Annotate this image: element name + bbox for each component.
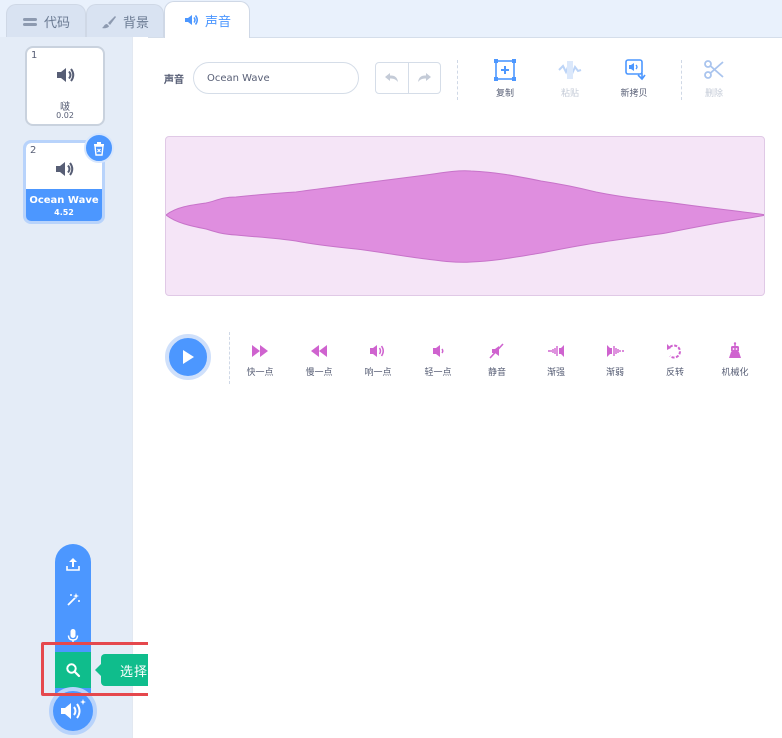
volume-up-icon — [370, 345, 384, 357]
copy-label: 复制 — [495, 89, 514, 99]
effect-label: 静音 — [487, 368, 506, 378]
speaker-add-icon — [61, 699, 86, 719]
effect-label: 渐强 — [546, 368, 565, 378]
delete-sound-button[interactable] — [84, 133, 114, 163]
effect-label: 反转 — [665, 368, 684, 378]
reverse-icon — [667, 344, 681, 359]
sound-name-input[interactable]: Ocean Wave — [193, 62, 359, 94]
sound-item-1[interactable]: 1 啵 0.02 — [25, 46, 105, 126]
effects-divider — [229, 332, 230, 384]
sound-editor: 声音 Ocean Wave 复制 粘贴 新拷贝 删除 快一点 慢一点 响一点 轻… — [148, 37, 782, 738]
effect-louder[interactable]: 响一点 — [353, 342, 403, 378]
tab-sounds-label: 声音 — [204, 14, 231, 30]
paste-label: 粘贴 — [560, 89, 579, 99]
speaker-icon — [56, 162, 74, 176]
fast-forward-icon — [252, 345, 268, 357]
toolbar-divider — [457, 60, 458, 100]
add-sound-menu — [55, 544, 91, 694]
redo-button[interactable] — [409, 63, 441, 93]
upload-sound-button[interactable] — [55, 546, 91, 582]
speaker-icon — [57, 68, 75, 82]
sound-list-scrollbar[interactable] — [132, 37, 148, 738]
copy-to-new-icon — [625, 59, 646, 81]
effect-label: 快一点 — [246, 368, 274, 378]
code-icon — [22, 17, 37, 26]
effect-fade-in[interactable]: 渐强 — [531, 342, 581, 378]
fade-in-icon — [548, 345, 564, 357]
tab-bar: 代码 背景 声音 — [0, 0, 782, 38]
volume-down-icon — [433, 345, 444, 357]
tab-backdrop[interactable]: 背景 — [86, 4, 164, 38]
mute-icon — [489, 343, 504, 359]
effect-mute[interactable]: 静音 — [472, 342, 522, 378]
copy-to-new-label: 新拷贝 — [620, 89, 648, 99]
undo-button[interactable] — [376, 63, 409, 93]
copy-button[interactable]: 复制 — [480, 58, 530, 99]
add-sound-button[interactable] — [49, 687, 97, 735]
sound-name: Ocean Wave — [29, 195, 99, 206]
tab-code[interactable]: 代码 — [6, 4, 86, 38]
scissors-icon — [704, 60, 724, 79]
waveform-panel[interactable] — [165, 136, 765, 296]
rewind-icon — [311, 345, 327, 357]
effect-label: 渐弱 — [605, 368, 624, 378]
effect-softer[interactable]: 轻一点 — [413, 342, 463, 378]
microphone-icon — [67, 629, 79, 644]
tab-sounds[interactable]: 声音 — [164, 1, 250, 38]
waveform — [166, 170, 764, 263]
play-icon — [183, 350, 194, 364]
undo-icon — [384, 73, 398, 82]
trash-icon — [94, 141, 104, 156]
effect-label: 轻一点 — [424, 368, 452, 378]
copy-to-new-button[interactable]: 新拷贝 — [609, 58, 659, 99]
speaker-icon — [184, 15, 198, 25]
delete-button[interactable]: 删除 — [689, 58, 739, 99]
upload-icon — [66, 558, 80, 571]
effect-label: 机械化 — [721, 368, 749, 378]
tab-backdrop-label: 背景 — [122, 16, 149, 31]
toolbar-divider — [681, 60, 682, 100]
paste-icon — [558, 60, 582, 79]
delete-label: 删除 — [704, 89, 723, 99]
surprise-icon — [67, 593, 80, 606]
surprise-sound-button[interactable] — [55, 582, 91, 618]
effect-fade-out[interactable]: 渐弱 — [590, 342, 640, 378]
effect-label: 慢一点 — [305, 368, 333, 378]
tab-code-label: 代码 — [43, 16, 70, 31]
effect-faster[interactable]: 快一点 — [235, 342, 285, 378]
record-sound-button[interactable] — [55, 618, 91, 654]
brush-icon — [101, 15, 116, 28]
sound-duration: 4.52 — [54, 208, 74, 217]
effect-robot[interactable]: 机械化 — [710, 342, 760, 378]
sound-index: 1 — [31, 50, 38, 61]
sound-editor-app: 代码 背景 声音 1 啵 0.02 2 Ocean Wave 4.52 声音 O… — [0, 0, 782, 738]
paste-button[interactable]: 粘贴 — [545, 58, 595, 99]
undo-redo-group — [375, 62, 441, 94]
play-button[interactable] — [165, 334, 211, 380]
effect-slower[interactable]: 慢一点 — [294, 342, 344, 378]
sound-duration: 0.02 — [56, 111, 74, 120]
sound-name-label: 声音 — [164, 75, 184, 86]
effect-reverse[interactable]: 反转 — [650, 342, 700, 378]
choose-sound-button[interactable] — [55, 652, 91, 688]
search-icon — [66, 663, 81, 678]
effect-label: 响一点 — [364, 368, 392, 378]
robot-icon — [729, 342, 741, 358]
copy-icon — [494, 59, 516, 81]
sound-index: 2 — [30, 145, 37, 156]
fade-out-icon — [607, 345, 624, 357]
redo-icon — [418, 73, 432, 82]
